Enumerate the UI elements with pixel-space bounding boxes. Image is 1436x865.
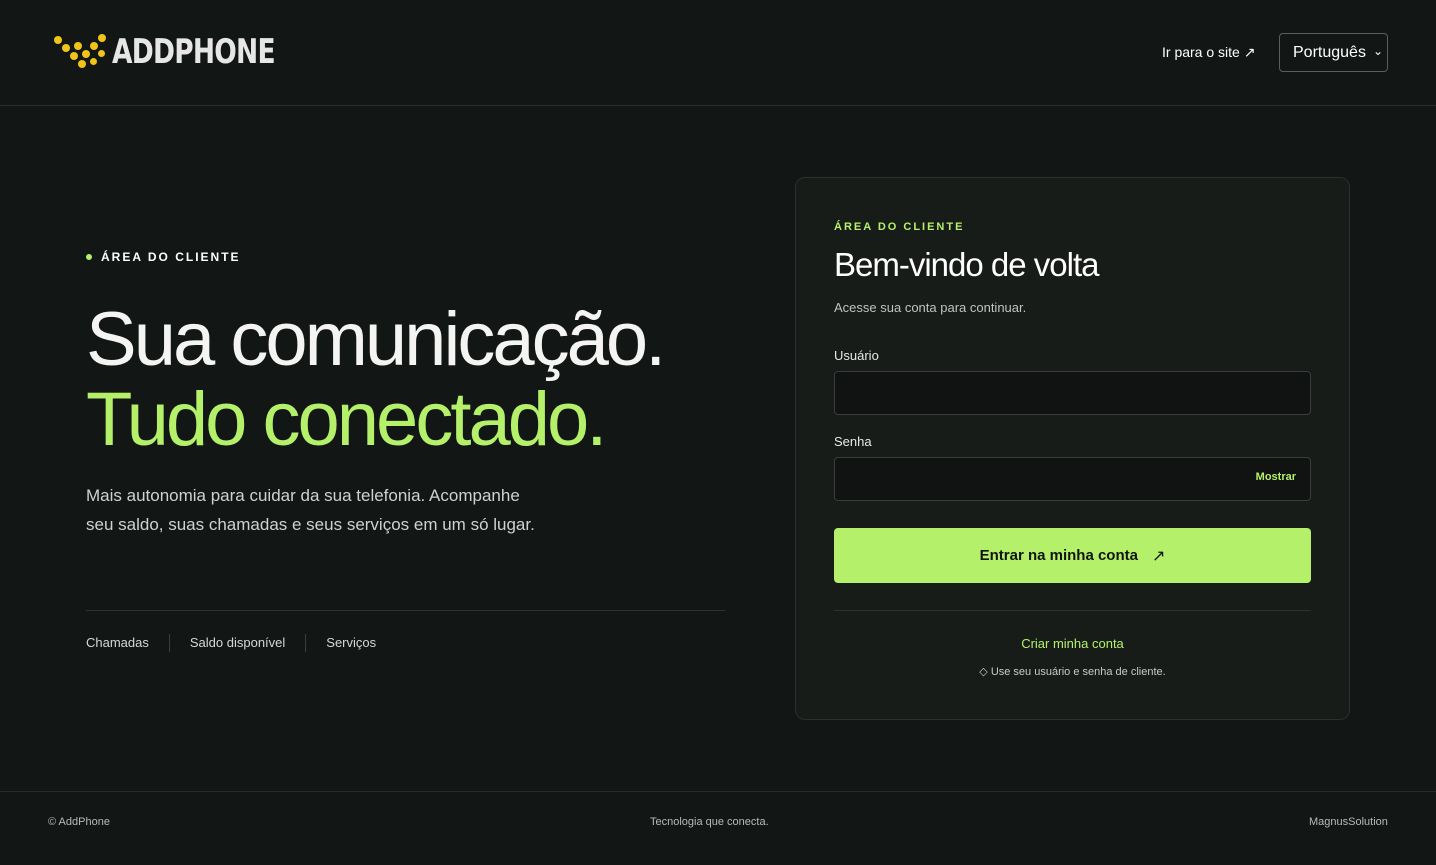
go-to-site-link[interactable]: Ir para o site ↗ bbox=[1162, 44, 1255, 61]
password-label: Senha bbox=[834, 434, 872, 449]
username-label: Usuário bbox=[834, 348, 879, 363]
password-input[interactable] bbox=[835, 458, 1310, 500]
login-subtitle: Acesse sua conta para continuar. bbox=[834, 300, 1027, 315]
footer-credit[interactable]: MagnusSolution bbox=[1309, 816, 1388, 828]
hero-headline: Sua comunicação. Tudo conectado. bbox=[86, 297, 666, 462]
language-select[interactable]: Português ⌄ bbox=[1279, 33, 1388, 72]
hero-eyebrow-text: ÁREA DO CLIENTE bbox=[101, 250, 241, 264]
username-field-wrapper bbox=[834, 371, 1311, 415]
login-hint: ◇ Use seu usuário e senha de cliente. bbox=[979, 666, 1166, 678]
headline-line-2: Tudo conectado. bbox=[86, 377, 607, 462]
footer-copyright: © AddPhone bbox=[48, 816, 110, 828]
username-input[interactable] bbox=[835, 372, 1310, 414]
brand-logo[interactable]: ADDPHONE bbox=[52, 32, 321, 72]
login-submit-label: Entrar na minha conta bbox=[979, 547, 1138, 564]
card-divider bbox=[834, 610, 1311, 611]
logo-dots-icon bbox=[52, 32, 110, 72]
feature-balance: Saldo disponível bbox=[168, 634, 305, 652]
hero-eyebrow: ÁREA DO CLIENTE bbox=[86, 250, 241, 264]
language-selected: Português bbox=[1293, 43, 1366, 61]
arrow-up-right-icon: ↗ bbox=[1151, 547, 1166, 565]
login-eyebrow: ÁREA DO CLIENTE bbox=[834, 221, 965, 233]
feature-list: Chamadas Saldo disponível Serviços bbox=[86, 634, 396, 652]
brand-name: ADDPHONE bbox=[112, 32, 276, 72]
login-card: ÁREA DO CLIENTE Bem-vindo de volta Acess… bbox=[795, 177, 1350, 720]
divider bbox=[86, 610, 725, 611]
show-password-button[interactable]: Mostrar bbox=[1256, 471, 1296, 483]
login-submit-button[interactable]: Entrar na minha conta ↗ bbox=[834, 528, 1311, 583]
login-title: Bem-vindo de volta bbox=[834, 246, 1099, 283]
arrow-up-right-icon: ↗ bbox=[1243, 44, 1256, 60]
header: ADDPHONE Ir para o site ↗ Português ⌄ bbox=[0, 0, 1436, 106]
create-account-link[interactable]: Criar minha conta bbox=[834, 636, 1311, 651]
footer: © AddPhone Tecnologia que conecta. Magnu… bbox=[0, 791, 1436, 865]
footer-tagline: Tecnologia que conecta. bbox=[650, 816, 769, 828]
feature-calls: Chamadas bbox=[86, 635, 149, 650]
password-field-wrapper: Mostrar bbox=[834, 457, 1311, 501]
headline-line-1: Sua comunicação. bbox=[86, 297, 666, 382]
feature-services: Serviços bbox=[305, 634, 396, 652]
go-to-site-label: Ir para o site bbox=[1162, 44, 1240, 60]
bullet-dot-icon bbox=[86, 254, 92, 260]
chevron-down-icon: ⌄ bbox=[1372, 44, 1383, 58]
hero-description: Mais autonomia para cuidar da sua telefo… bbox=[86, 486, 535, 534]
